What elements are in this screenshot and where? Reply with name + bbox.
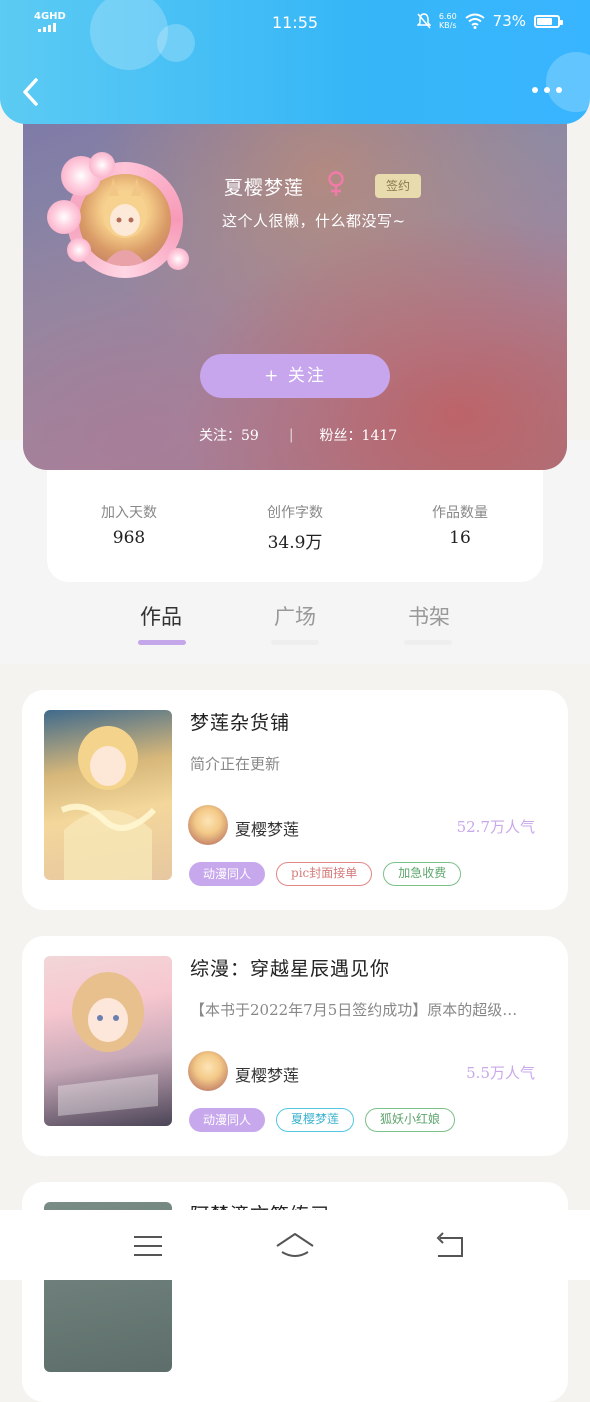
book-tag[interactable]: 动漫同人 (189, 862, 266, 886)
net-speed-value: 6.60 (438, 12, 457, 21)
back-icon[interactable] (16, 74, 48, 110)
status-right: 6.60 KB/s 73% (416, 12, 563, 30)
wifi-icon (465, 13, 485, 29)
book-title[interactable]: 梦莲杂货铺 (190, 708, 290, 735)
book-tags: 动漫同人 夏樱梦莲 狐妖小红娘 (189, 1108, 456, 1132)
book-cover[interactable] (44, 710, 172, 880)
flower-decoration (167, 248, 189, 270)
net-speed: 6.60 KB/s (439, 12, 457, 30)
book-tag[interactable]: 动漫同人 (189, 1108, 266, 1132)
return-icon[interactable] (430, 1230, 470, 1262)
flower-decoration (89, 152, 115, 178)
user-bio: 这个人很懒，什么都没写~ (222, 212, 406, 230)
tab-bookshelf-underline (404, 640, 452, 645)
book-tag[interactable]: 加急收费 (383, 862, 462, 886)
menu-icon[interactable] (128, 1230, 168, 1262)
mute-icon (416, 13, 431, 29)
battery-icon (534, 14, 563, 28)
author-avatar[interactable] (188, 1051, 228, 1091)
book-card[interactable]: 梦莲杂货铺 简介正在更新 夏樱梦莲 52.7万人气 动漫同人 pic封面接单 加… (22, 690, 568, 910)
book-popularity: 52.7万人气 (456, 818, 535, 836)
tab-square-underline (271, 640, 319, 645)
contract-badge: 签约 (375, 174, 421, 198)
author-avatar[interactable] (188, 805, 228, 845)
stat-label: 创作字数 (267, 505, 323, 521)
flower-decoration (67, 238, 91, 262)
divider: | (288, 427, 294, 443)
cover-art-icon (58, 972, 158, 1116)
book-popularity: 5.5万人气 (466, 1064, 535, 1082)
stat-works-count: 作品数量 16 (390, 502, 530, 548)
flower-decoration (47, 200, 81, 234)
following-count[interactable]: 关注：59 (199, 425, 259, 445)
book-card[interactable]: 综漫：穿越星辰遇见你 【本书于2022年7月5日签约成功】原本的超级… 夏樱梦莲… (22, 936, 568, 1156)
book-intro: 【本书于2022年7月5日签约成功】原本的超级… (190, 1001, 518, 1019)
book-tag[interactable]: 夏樱梦莲 (276, 1108, 355, 1132)
home-icon[interactable] (275, 1230, 315, 1262)
tab-square[interactable]: 广场 (255, 601, 335, 631)
top-header: 4GHD 11:55 6.60 KB/s 73% (0, 0, 590, 124)
more-dots-icon[interactable] (530, 80, 564, 100)
book-title[interactable]: 综漫：穿越星辰遇见你 (190, 954, 390, 981)
female-icon (328, 171, 344, 196)
system-nav-bar (0, 1210, 590, 1280)
book-cover[interactable] (44, 956, 172, 1126)
profile-card: 夏樱梦莲 签约 这个人很懒，什么都没写~ + 关注 关注：59 | 粉丝：141… (23, 100, 567, 470)
stat-value: 34.9万 (267, 533, 323, 553)
stat-join-days: 加入天数 968 (59, 502, 199, 548)
stat-label: 作品数量 (432, 505, 488, 521)
net-speed-unit: KB/s (438, 21, 457, 30)
tab-works[interactable]: 作品 (121, 601, 201, 631)
follow-button[interactable]: + 关注 (200, 354, 390, 398)
stat-value: 968 (112, 528, 146, 548)
battery-percent: 73% (492, 12, 526, 30)
tab-works-underline (138, 640, 186, 645)
battery-fill (537, 17, 552, 25)
stat-word-count: 创作字数 34.9万 (225, 502, 365, 553)
book-intro: 简介正在更新 (190, 755, 281, 773)
book-tag[interactable]: 狐妖小红娘 (365, 1108, 456, 1132)
username: 夏樱梦莲 (224, 177, 305, 199)
stat-label: 加入天数 (101, 505, 157, 521)
cover-art-icon (60, 726, 157, 880)
book-tags: 动漫同人 pic封面接单 加急收费 (189, 862, 462, 886)
stat-value: 16 (449, 528, 471, 548)
followers-count[interactable]: 粉丝：1417 (320, 425, 398, 445)
tab-bookshelf[interactable]: 书架 (389, 601, 469, 631)
avatar[interactable] (47, 150, 197, 290)
status-bar: 4GHD 11:55 6.60 KB/s 73% (0, 0, 590, 44)
author-name[interactable]: 夏樱梦莲 (235, 1062, 299, 1086)
follow-stats: 关注：59 | 粉丝：1417 (199, 425, 397, 445)
book-tag[interactable]: pic封面接单 (276, 862, 373, 886)
author-name[interactable]: 夏樱梦莲 (235, 816, 299, 840)
